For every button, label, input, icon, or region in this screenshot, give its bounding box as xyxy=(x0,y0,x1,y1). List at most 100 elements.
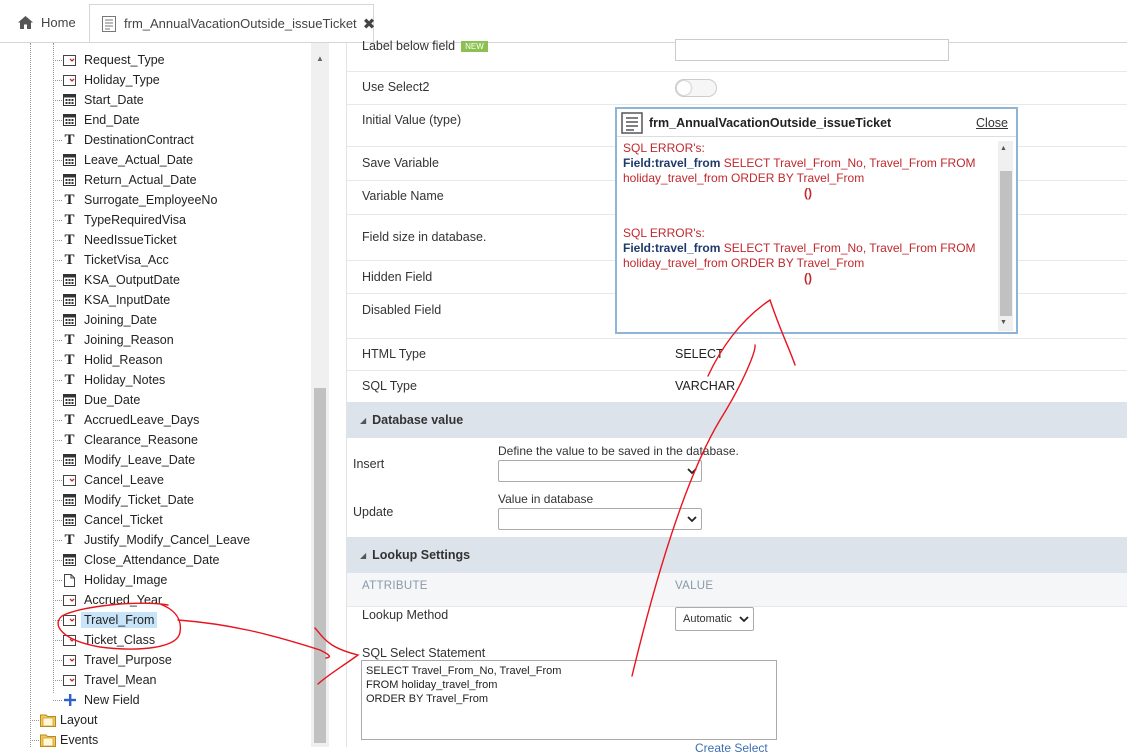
text-field-icon: T xyxy=(64,431,75,448)
tree-item[interactable]: T Clearance_Reasone xyxy=(53,430,198,450)
field-tree: Request_Type Holiday_Type Start_Date End_Da… xyxy=(0,43,330,747)
tree-item[interactable]: Accrued_Year xyxy=(53,590,162,610)
tree-item[interactable]: Leave_Actual_Date xyxy=(53,150,193,170)
tree-item[interactable]: Modify_Leave_Date xyxy=(53,450,195,470)
scroll-up-arrow-icon[interactable]: ▲ xyxy=(1000,145,1007,152)
tree-connector xyxy=(53,100,62,101)
sql-error-entry: SQL ERROR's: Field:travel_from SELECT Tra… xyxy=(623,226,993,286)
lookup-settings-section-header[interactable]: ◢ Lookup Settings xyxy=(347,537,1127,573)
new-badge: NEW xyxy=(461,41,488,53)
lookup-method-select[interactable]: Automatic xyxy=(675,607,754,631)
tree-item[interactable]: Holiday_Type xyxy=(53,70,160,90)
tree-item-label: Travel_Purpose xyxy=(84,653,172,667)
tree-connector xyxy=(53,180,62,181)
select-field-icon xyxy=(63,594,76,607)
tree-item[interactable]: T TypeRequiredVisa xyxy=(53,210,186,230)
tree-item[interactable]: Cancel_Ticket xyxy=(53,510,163,530)
tree-item[interactable]: Due_Date xyxy=(53,390,140,410)
calendar-icon xyxy=(63,394,76,407)
database-value-section-header[interactable]: ◢ Database value xyxy=(347,402,1127,438)
tree-item[interactable]: Travel_From xyxy=(53,610,158,630)
tree-item-label: Joining_Reason xyxy=(84,333,174,347)
tree-item[interactable]: T AccruedLeave_Days xyxy=(53,410,200,430)
tree-item[interactable]: Travel_Purpose xyxy=(53,650,172,670)
tree-item-label: Cancel_Leave xyxy=(84,473,164,487)
row-use-select2: Use Select2 xyxy=(347,71,1127,105)
initial-value-label: Initial Value (type) xyxy=(362,113,462,127)
text-field-icon: T xyxy=(64,331,75,348)
update-select[interactable] xyxy=(498,508,702,530)
tree-connector xyxy=(53,400,62,401)
sql-error-message: Field:travel_from SELECT Travel_From_No,… xyxy=(623,241,993,271)
tree-item[interactable]: KSA_InputDate xyxy=(53,290,170,310)
tree-connector xyxy=(53,460,62,461)
tree-guide-line xyxy=(30,43,31,747)
tree-connector xyxy=(53,80,62,81)
tree-item[interactable]: New Field xyxy=(53,690,140,710)
select-field-icon xyxy=(63,634,76,647)
tab-home[interactable]: Home xyxy=(6,4,88,41)
tree-item[interactable]: Request_Type xyxy=(53,50,165,70)
label-below-field-input[interactable] xyxy=(675,39,949,61)
tree-item[interactable]: Joining_Date xyxy=(53,310,157,330)
tree-scrollbar-thumb[interactable] xyxy=(314,388,326,743)
scroll-up-arrow-icon[interactable]: ▲ xyxy=(311,51,329,67)
folder-icon xyxy=(40,734,56,747)
select-field-icon xyxy=(63,674,76,687)
sql-error-heading: SQL ERROR's: xyxy=(623,141,705,155)
tree-connector xyxy=(53,160,62,161)
use-select2-toggle[interactable] xyxy=(675,79,717,97)
select-field-icon xyxy=(63,654,76,667)
tree-connector xyxy=(53,700,62,701)
tree-item-label: Return_Actual_Date xyxy=(84,173,197,187)
text-field-icon: T xyxy=(64,531,75,548)
tree-connector xyxy=(53,520,62,521)
tree-item[interactable]: T Surrogate_EmployeeNo xyxy=(53,190,218,210)
tree-item-label: DestinationContract xyxy=(84,133,194,147)
tree-item[interactable]: Start_Date xyxy=(53,90,144,110)
sql-select-textarea[interactable] xyxy=(361,660,777,740)
scroll-down-arrow-icon[interactable]: ▼ xyxy=(1000,319,1007,326)
tree-connector xyxy=(30,720,39,721)
tree-item[interactable]: Return_Actual_Date xyxy=(53,170,197,190)
tab-form-label: frm_AnnualVacationOutside_issueTicket xyxy=(124,16,357,31)
tree-item[interactable]: T NeedIssueTicket xyxy=(53,230,177,250)
tree-item[interactable]: T Holid_Reason xyxy=(53,350,163,370)
tree-item[interactable]: Modify_Ticket_Date xyxy=(53,490,194,510)
tree-item[interactable]: Cancel_Leave xyxy=(53,470,164,490)
tree-item[interactable]: T Joining_Reason xyxy=(53,330,174,350)
tree-item-label: AccruedLeave_Days xyxy=(84,413,200,427)
tree-folder-layout[interactable]: Layout xyxy=(30,710,98,730)
tree-item-label: Holiday_Notes xyxy=(84,373,166,387)
tree-folder-events[interactable]: Events xyxy=(30,730,98,747)
tree-item[interactable]: T Holiday_Notes xyxy=(53,370,166,390)
tree-item-label: Surrogate_EmployeeNo xyxy=(84,193,218,207)
close-tab-icon[interactable]: ✖ xyxy=(363,15,376,33)
sql-error-field: Field:travel_from xyxy=(623,156,721,170)
html-type-label: HTML Type xyxy=(362,347,426,361)
tree-item[interactable]: Holiday_Image xyxy=(53,570,168,590)
tree-item-label: KSA_OutputDate xyxy=(84,273,180,287)
tree-item[interactable]: T Justify_Modify_Cancel_Leave xyxy=(53,530,250,550)
popup-close-link[interactable]: Close xyxy=(976,116,1008,130)
tree-item[interactable]: Travel_Mean xyxy=(53,670,157,690)
insert-select[interactable] xyxy=(498,460,702,482)
tree-connector xyxy=(53,380,62,381)
sql-error-paren: () xyxy=(804,186,812,200)
sql-error-entry: SQL ERROR's: Field:travel_from SELECT Tra… xyxy=(623,141,993,201)
row-label-below-field: Label below field NEW xyxy=(347,39,1127,72)
tree-item-label: Holiday_Image xyxy=(84,573,168,587)
tree-item[interactable]: End_Date xyxy=(53,110,140,130)
create-select-link[interactable]: Create Select xyxy=(695,741,768,755)
tree-item[interactable]: Ticket_Class xyxy=(53,630,155,650)
tree-item-label: Holid_Reason xyxy=(84,353,163,367)
select-field-icon xyxy=(63,74,76,87)
calendar-icon xyxy=(63,154,76,167)
tree-item[interactable]: Close_Attendance_Date xyxy=(53,550,220,570)
popup-scrollbar-thumb[interactable] xyxy=(1000,171,1012,316)
tree-item[interactable]: T TicketVisa_Acc xyxy=(53,250,169,270)
tab-form[interactable]: frm_AnnualVacationOutside_issueTicket ✖ xyxy=(89,4,376,42)
calendar-icon xyxy=(63,94,76,107)
tree-item[interactable]: T DestinationContract xyxy=(53,130,194,150)
tree-item[interactable]: KSA_OutputDate xyxy=(53,270,180,290)
